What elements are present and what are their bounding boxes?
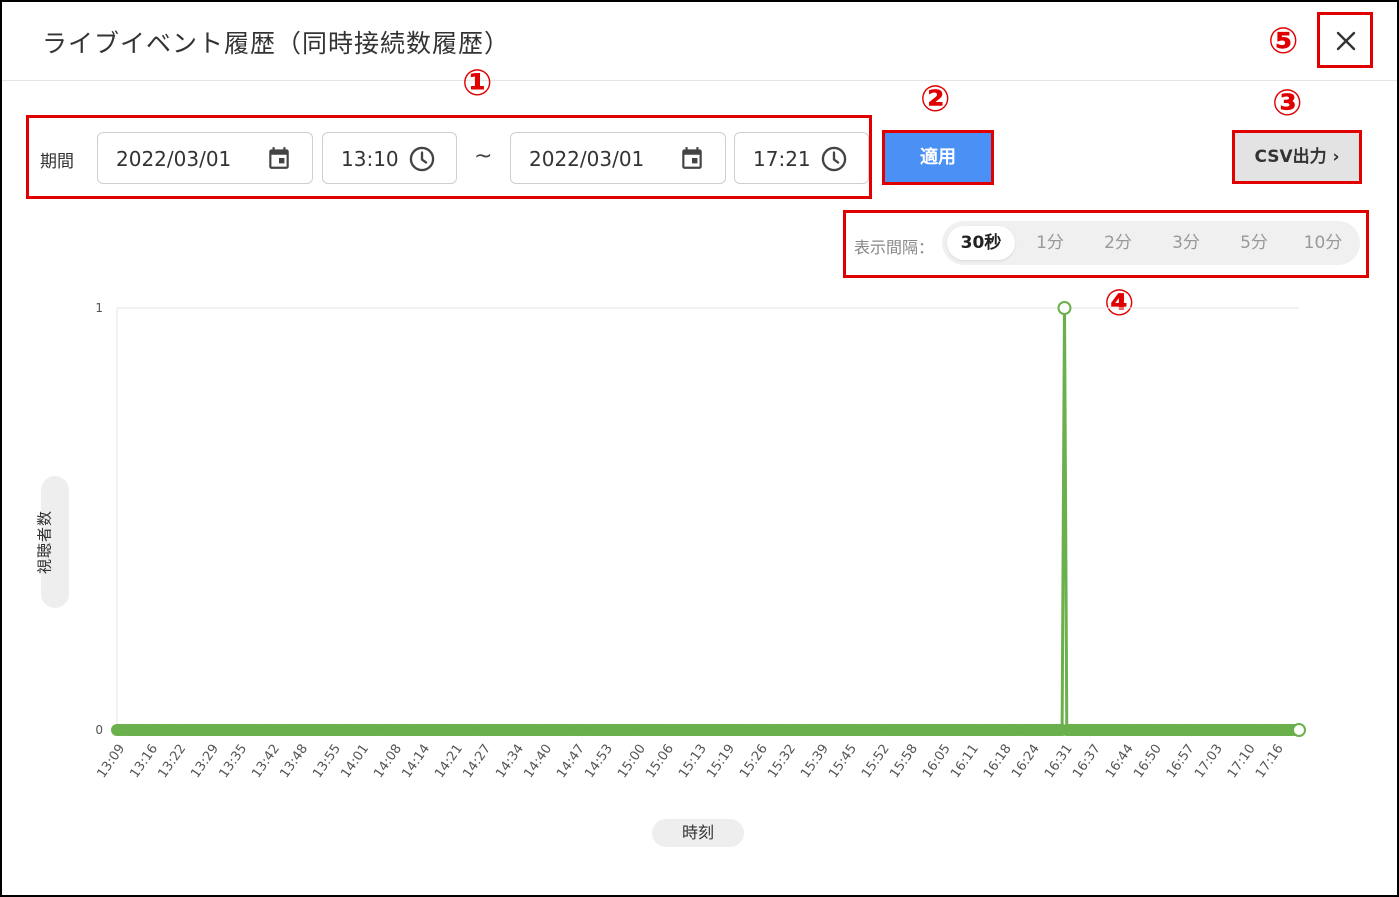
x-tick-label: 15:19 — [704, 742, 738, 781]
x-tick-label: 17:03 — [1192, 742, 1226, 781]
x-tick-label: 16:24 — [1009, 742, 1043, 781]
x-tick-label: 17:16 — [1253, 742, 1287, 781]
y-axis-label: 視聴者数 — [35, 510, 54, 575]
data-point — [1057, 301, 1072, 315]
x-tick-label: 13:29 — [188, 742, 222, 781]
x-tick-label: 14:47 — [554, 742, 588, 781]
viewer-count-chart: 0 1 13:09 13:1613:22 13:2913:35 13:4213:48 13:… — [94, 301, 1306, 781]
x-tick-label: 16:44 — [1103, 742, 1137, 781]
x-tick-label: 14:40 — [521, 742, 555, 781]
viewer-count-line — [117, 307, 1299, 732]
x-tick-label: 13:09 — [94, 742, 128, 781]
x-tick-label: 15:52 — [859, 742, 893, 781]
x-tick-label: 15:32 — [765, 742, 799, 781]
x-tick-label: 15:13 — [676, 742, 710, 781]
x-tick-label: 13:16 — [127, 742, 161, 781]
dialog-window: ライブイベント履歴（同時接続数履歴） ① ② ③ ④ ⑤ 期間 2022/03/… — [0, 0, 1399, 897]
x-tick-label: 17:10 — [1225, 742, 1259, 781]
x-tick-label: 16:57 — [1164, 742, 1198, 781]
x-tick-label: 15:58 — [887, 742, 921, 781]
x-tick-label: 14:08 — [371, 742, 405, 781]
x-tick-label: 16:31 — [1042, 742, 1076, 781]
x-tick-label: 15:39 — [798, 742, 832, 781]
x-tick-label: 14:34 — [493, 742, 527, 781]
x-tick-label: 14:21 — [432, 742, 466, 781]
x-tick-label: 16:37 — [1070, 742, 1104, 781]
x-tick-label: 14:01 — [338, 742, 372, 781]
x-tick-label: 15:45 — [826, 742, 860, 781]
x-tick-label: 15:26 — [737, 742, 771, 781]
x-tick-label: 16:50 — [1131, 742, 1165, 781]
x-tick-label: 14:53 — [582, 742, 616, 781]
y-tick-label: 0 — [95, 723, 103, 737]
x-tick-label: 14:27 — [460, 742, 494, 781]
x-tick-label: 13:42 — [249, 742, 283, 781]
x-tick-label: 16:18 — [981, 742, 1015, 781]
x-tick-label: 15:00 — [615, 742, 649, 781]
x-tick-label: 13:48 — [277, 742, 311, 781]
x-axis-label: 時刻 — [652, 819, 744, 847]
x-tick-label: 14:14 — [399, 742, 433, 781]
data-point-end — [1292, 723, 1306, 737]
x-tick-label: 16:05 — [920, 742, 954, 781]
x-tick-label: 13:35 — [216, 742, 250, 781]
x-tick-label: 13:55 — [310, 742, 344, 781]
y-tick-label: 1 — [95, 301, 103, 315]
x-tick-label: 15:06 — [643, 742, 677, 781]
x-tick-label: 13:22 — [155, 742, 189, 781]
x-tick-label: 16:11 — [948, 742, 982, 781]
